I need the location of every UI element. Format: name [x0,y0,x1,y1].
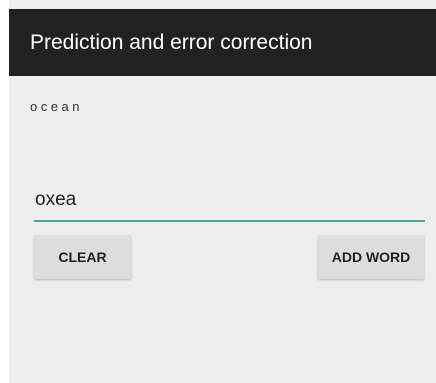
app-screen: Prediction and error correction ocean CL… [9,0,436,383]
word-input-container [34,182,426,222]
input-underline [34,220,425,222]
word-input[interactable] [34,182,426,218]
prediction-text: ocean [30,99,83,114]
app-title: Prediction and error correction [30,31,313,54]
action-bar: Prediction and error correction [9,9,436,76]
clear-button[interactable]: CLEAR [34,235,131,279]
add-word-button[interactable]: ADD WORD [318,235,424,279]
